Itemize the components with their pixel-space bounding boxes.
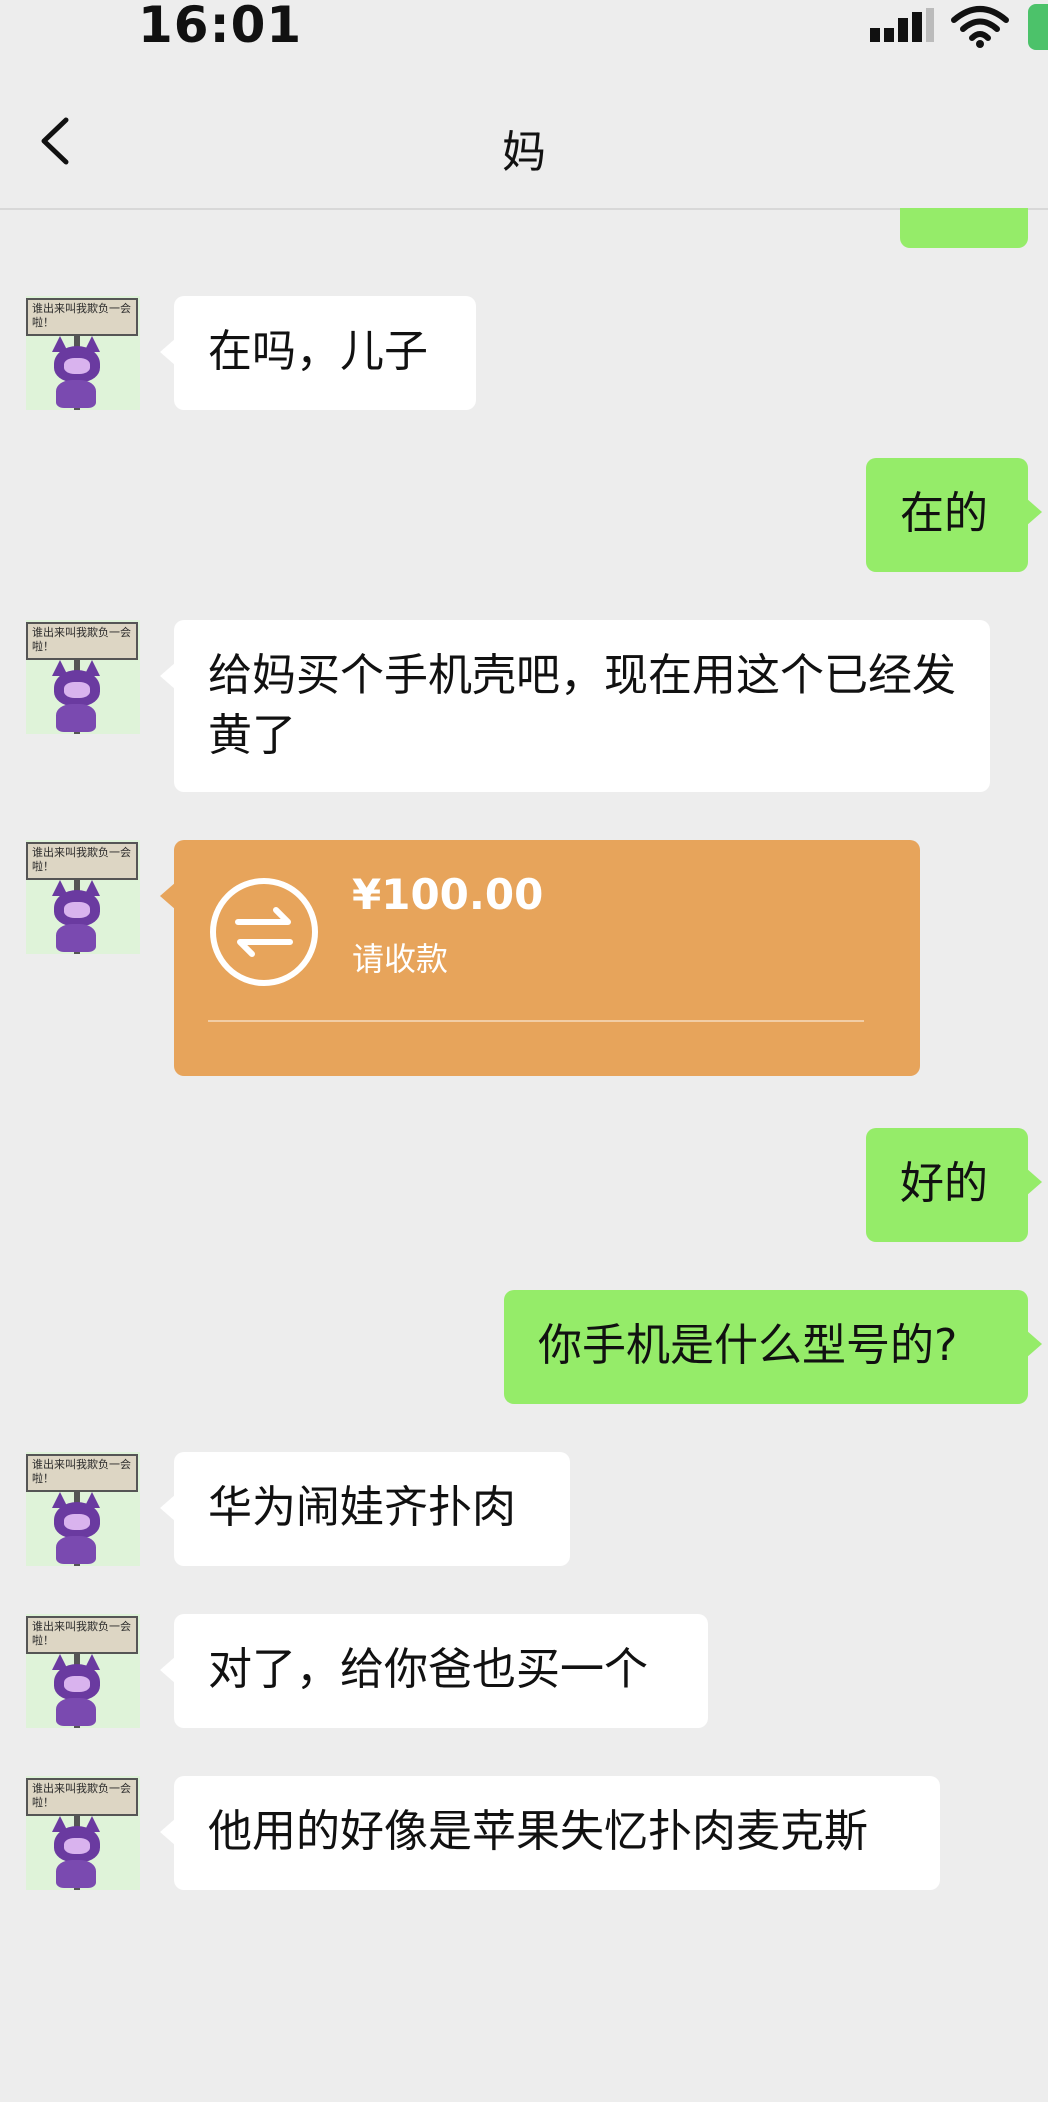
transfer-status: 请收款: [352, 940, 449, 978]
message-text: 华为闹娃齐扑肉: [208, 1482, 516, 1533]
message-bubble-incoming[interactable]: 华为闹娃齐扑肉: [160, 1452, 570, 1566]
transfer-card[interactable]: ¥100.00 请收款: [160, 840, 920, 1076]
battery-icon: [1028, 4, 1048, 50]
message-bubble-incoming[interactable]: 他用的好像是苹果失忆扑肉麦克斯: [160, 1776, 940, 1890]
transfer-amount: ¥100.00: [352, 870, 544, 919]
message-text: 你手机是什么型号的?: [538, 1320, 958, 1371]
contact-avatar[interactable]: 谁出来叫我欺负一会啦！: [26, 1776, 140, 1890]
contact-avatar[interactable]: 谁出来叫我欺负一会啦！: [26, 620, 140, 734]
avatar-sign-text: 谁出来叫我欺负一会啦！: [26, 298, 138, 336]
transfer-arrows-icon: [210, 878, 318, 986]
message-text: 给妈买个手机壳吧，现在用这个已经发黄了: [208, 650, 956, 761]
message-text: 对了，给你爸也买一个: [208, 1644, 648, 1695]
contact-avatar[interactable]: 谁出来叫我欺负一会啦！: [26, 840, 140, 954]
message-text: 在的: [900, 488, 988, 539]
status-time: 16:01: [138, 0, 303, 54]
contact-avatar[interactable]: 谁出来叫我欺负一会啦！: [26, 1614, 140, 1728]
partial-message-bubble[interactable]: [900, 208, 1028, 248]
transfer-divider: [208, 1020, 864, 1022]
signal-icon: [870, 8, 934, 42]
status-bar: 16:01: [0, 0, 1048, 66]
message-text: 在吗，儿子: [208, 326, 428, 377]
nav-bar: 妈: [0, 66, 1048, 210]
message-bubble-outgoing[interactable]: 你手机是什么型号的?: [504, 1290, 1042, 1404]
message-text: 好的: [900, 1158, 988, 1209]
message-bubble-incoming[interactable]: 给妈买个手机壳吧，现在用这个已经发黄了: [160, 620, 990, 792]
chat-screen: 16:01 妈 谁出来叫我欺负一会啦！ 在吗，儿子 在的 谁出来叫我欺负一会啦！…: [0, 0, 1048, 2102]
avatar-sign-text: 谁出来叫我欺负一会啦！: [26, 842, 138, 880]
message-bubble-incoming[interactable]: 对了，给你爸也买一个: [160, 1614, 708, 1728]
avatar-sign-text: 谁出来叫我欺负一会啦！: [26, 622, 138, 660]
wifi-icon: [951, 6, 1009, 48]
contact-avatar[interactable]: 谁出来叫我欺负一会啦！: [26, 296, 140, 410]
message-bubble-outgoing[interactable]: 好的: [866, 1128, 1042, 1242]
contact-avatar[interactable]: 谁出来叫我欺负一会啦！: [26, 1452, 140, 1566]
chat-title: 妈: [502, 127, 546, 178]
avatar-sign-text: 谁出来叫我欺负一会啦！: [26, 1778, 138, 1816]
avatar-sign-text: 谁出来叫我欺负一会啦！: [26, 1454, 138, 1492]
message-bubble-incoming[interactable]: 在吗，儿子: [160, 296, 476, 410]
avatar-sign-text: 谁出来叫我欺负一会啦！: [26, 1616, 138, 1654]
message-bubble-outgoing[interactable]: 在的: [866, 458, 1042, 572]
message-text: 他用的好像是苹果失忆扑肉麦克斯: [208, 1806, 868, 1857]
